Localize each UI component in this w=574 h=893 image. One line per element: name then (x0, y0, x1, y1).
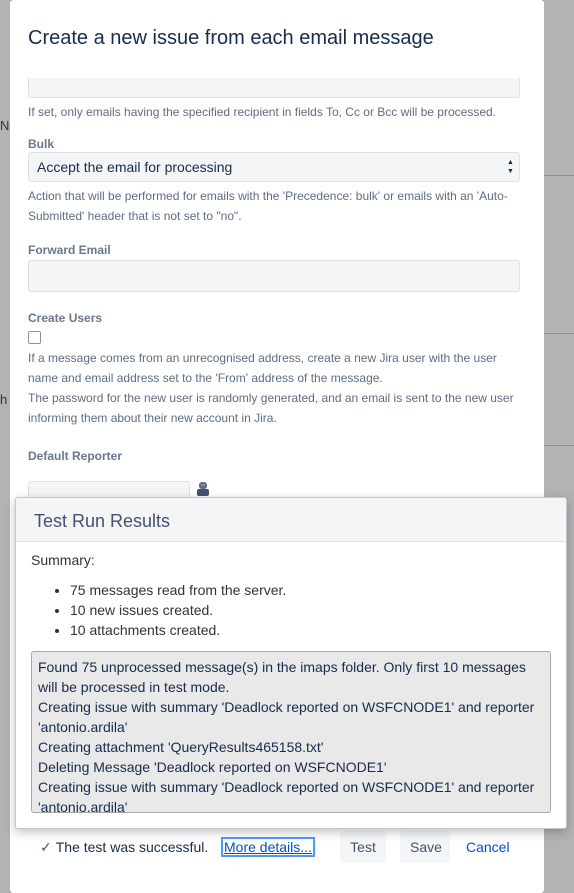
background-divider (544, 445, 574, 446)
dialog-footer: ✓ The test was successful. More details..… (10, 829, 544, 893)
log-line: Deleting Message 'Deadlock reported on W… (38, 759, 387, 775)
create-users-checkbox[interactable] (28, 331, 41, 344)
log-line: Found 75 unprocessed message(s) in the i… (38, 659, 526, 695)
check-icon: ✓ (40, 839, 52, 855)
bulk-select-value: Accept the email for processing (37, 159, 233, 175)
create-users-help: If a message comes from an unrecognised … (28, 351, 497, 385)
results-title: Test Run Results (16, 498, 566, 542)
success-text: The test was successful. (55, 839, 209, 855)
test-log[interactable]: Found 75 unprocessed message(s) in the i… (31, 651, 551, 813)
forward-email-label: Forward Email (28, 243, 111, 257)
recipient-input[interactable] (28, 78, 520, 98)
background-divider (544, 175, 574, 176)
list-item: 75 messages read from the server. (70, 580, 286, 600)
list-item: 10 new issues created. (70, 600, 286, 620)
dialog-title: Create a new issue from each email messa… (28, 27, 434, 49)
user-picker-icon[interactable] (195, 481, 211, 497)
list-item: 10 attachments created. (70, 620, 286, 640)
background-divider (544, 333, 574, 334)
create-users-help-password: The password for the new user is randoml… (28, 391, 514, 425)
forward-email-input[interactable] (28, 260, 520, 292)
handler-form: If set, only emails having the specified… (28, 78, 520, 464)
default-reporter-label: Default Reporter (28, 449, 123, 463)
log-line: Creating issue with summary 'Deadlock re… (38, 699, 535, 735)
test-button[interactable]: Test (340, 831, 386, 863)
test-success-message: ✓ The test was successful. (40, 838, 208, 856)
recipient-help: If set, only emails having the specified… (28, 105, 496, 119)
background-text-fragment: N (0, 118, 10, 133)
log-line: Creating issue with summary 'Deadlock re… (38, 779, 535, 813)
test-run-results-panel: Test Run Results Summary: 75 messages re… (15, 497, 567, 829)
background-text-fragment: h (0, 392, 8, 407)
summary-list: 75 messages read from the server. 10 new… (52, 580, 286, 640)
more-details-link[interactable]: More details... (221, 837, 315, 857)
bulk-select[interactable]: Accept the email for processing ▲ ▼ (28, 152, 520, 182)
summary-label: Summary: (31, 552, 95, 568)
select-arrows-icon: ▲ ▼ (507, 159, 514, 175)
create-users-label: Create Users (28, 311, 103, 325)
bulk-label: Bulk (28, 137, 55, 151)
background-panel-left (0, 0, 10, 893)
save-button[interactable]: Save (400, 831, 450, 863)
bulk-help: Action that will be performed for emails… (28, 189, 508, 223)
cancel-button[interactable]: Cancel (464, 831, 512, 863)
log-line: Creating attachment 'QueryResults465158.… (38, 739, 324, 755)
